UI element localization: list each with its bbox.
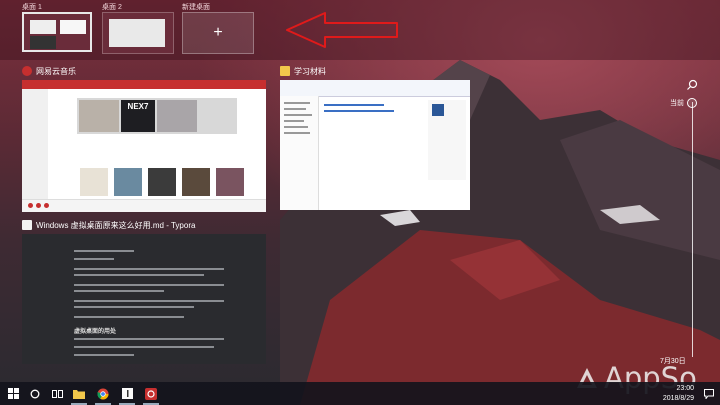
task-view-button[interactable] [46, 382, 68, 405]
typora-titlebar[interactable]: Windows 虚拟桌面原来这么好用.md - Typora [22, 218, 195, 232]
search-icon[interactable] [686, 79, 698, 91]
timeline-track[interactable] [692, 102, 693, 357]
file-explorer-title: 学习材料 [294, 66, 326, 76]
cortana-button[interactable] [24, 382, 46, 405]
music-top-bar [22, 80, 266, 89]
task-view-icon [51, 389, 63, 398]
taskbar-clock[interactable]: 23:00 2018/8/29 [663, 384, 694, 404]
desktop-1-thumbnail[interactable] [22, 12, 92, 52]
desktop-1-label: 桌面 1 [22, 4, 42, 11]
taskbar-file-explorer[interactable] [68, 382, 90, 405]
new-desktop-button[interactable]: + [182, 12, 254, 54]
clock-time: 23:00 [676, 385, 694, 392]
folder-icon [280, 66, 290, 76]
file-explorer-preview[interactable] [280, 80, 470, 210]
typora-title: Windows 虚拟桌面原来这么好用.md - Typora [36, 220, 196, 230]
explorer-ribbon [280, 80, 470, 97]
music-banner-text: NEX7 [121, 100, 155, 132]
typora-icon [22, 220, 32, 230]
annotation-arrow-icon [286, 12, 398, 48]
file-explorer-icon [73, 389, 85, 399]
music-sidebar [22, 89, 48, 212]
music-player-bar[interactable] [22, 199, 266, 212]
desktop-2-thumbnail[interactable] [102, 12, 174, 54]
clock-date: 2018/8/29 [662, 395, 694, 402]
music-banner[interactable]: NEX7 [77, 98, 237, 134]
action-center-icon [704, 388, 714, 399]
typora-window[interactable]: Windows 虚拟桌面原来这么好用.md - Typora 虚拟桌面的用处 [22, 218, 266, 364]
typora-preview[interactable]: 虚拟桌面的用处 [22, 234, 266, 364]
file-explorer-titlebar[interactable]: 学习材料 [280, 64, 326, 78]
new-desktop-label: 新建桌面 [182, 4, 210, 11]
taskbar-typora[interactable] [116, 382, 138, 405]
netease-music-preview[interactable]: NEX7 [22, 80, 266, 212]
desktop-2-label: 桌面 2 [102, 4, 122, 11]
netease-music-window[interactable]: 网易云音乐 NEX7 [22, 64, 266, 212]
typora-icon [121, 388, 133, 399]
taskbar-netease-music[interactable] [140, 382, 162, 405]
netease-music-icon [22, 66, 32, 76]
windows-start-icon [7, 388, 19, 399]
netease-music-icon [145, 387, 157, 400]
typora-heading: 虚拟桌面的用处 [74, 329, 117, 335]
action-center-button[interactable] [698, 382, 720, 405]
timeline-now-label: 当前 [670, 100, 684, 107]
netease-music-titlebar[interactable]: 网易云音乐 [22, 64, 76, 78]
netease-music-title: 网易云音乐 [36, 66, 76, 76]
explorer-nav-pane [280, 96, 319, 210]
file-explorer-window[interactable]: 学习材料 [280, 64, 470, 210]
chrome-icon [97, 388, 109, 400]
cortana-icon [30, 389, 40, 398]
plus-icon: + [213, 24, 223, 41]
explorer-details-pane [428, 100, 466, 180]
taskbar: 23:00 2018/8/29 [0, 382, 720, 405]
taskbar-chrome[interactable] [92, 382, 114, 405]
windows-start-button[interactable] [2, 382, 24, 405]
timeline-handle[interactable] [687, 98, 697, 108]
